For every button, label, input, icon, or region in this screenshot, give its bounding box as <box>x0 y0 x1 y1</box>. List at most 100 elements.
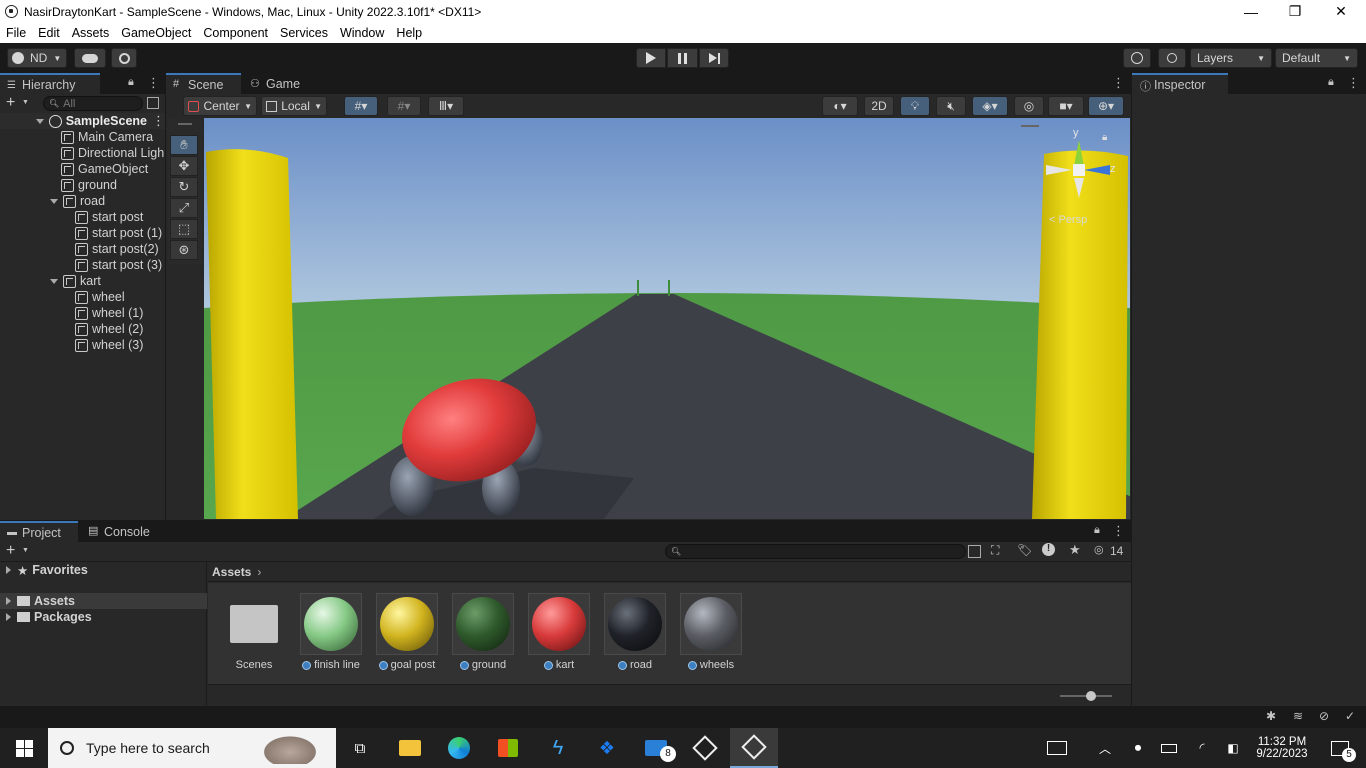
taskbar-search-input[interactable]: Type here to search <box>48 728 336 768</box>
tab-scene[interactable]: # Scene <box>166 73 241 94</box>
add-icon[interactable]: + <box>6 94 15 112</box>
minimize-button[interactable]: — <box>1228 0 1274 23</box>
step-button[interactable] <box>699 48 729 68</box>
cache-icon[interactable]: ≋ <box>1293 709 1303 723</box>
move-tool-button[interactable]: ✥ <box>170 156 198 176</box>
pause-button[interactable] <box>667 48 698 68</box>
tab-console[interactable]: ▤ Console <box>82 521 162 542</box>
hierarchy-item[interactable]: Directional Ligh <box>61 145 164 161</box>
hierarchy-search-input[interactable]: 🔍︎ All <box>43 96 143 111</box>
scale-tool-button[interactable]: ⤢ <box>170 198 198 218</box>
progress-icon[interactable]: ⊘ <box>1319 709 1329 723</box>
asset-item-material[interactable]: goal post <box>376 593 438 671</box>
packages-folder-row[interactable]: Packages <box>6 609 92 625</box>
news-widget-button[interactable] <box>1040 728 1074 768</box>
notifications-button[interactable]: 5 <box>1320 728 1360 768</box>
hierarchy-item[interactable]: wheel (2) <box>75 321 143 337</box>
lock-icon[interactable]: 🔒︎ <box>1328 76 1334 89</box>
hierarchy-item[interactable]: wheel (3) <box>75 337 143 353</box>
task-view-button[interactable]: ⧉ <box>336 728 384 768</box>
file-explorer-button[interactable] <box>386 728 434 768</box>
asset-item-material[interactable]: finish line <box>300 593 362 671</box>
show-hidden-icons-button[interactable]: ︿ <box>1094 728 1116 768</box>
collab-button[interactable] <box>111 48 137 68</box>
kebab-menu-icon[interactable]: ⋮ <box>1347 75 1360 91</box>
menu-file[interactable]: File <box>0 26 32 40</box>
project-search-input[interactable]: 🔍︎ <box>665 544 966 559</box>
hierarchy-item[interactable]: start post <box>75 209 143 225</box>
breadcrumb-assets[interactable]: Assets <box>212 565 251 579</box>
ruler-toggle[interactable]: Ⅲ▾ <box>428 96 464 116</box>
chevron-down-icon[interactable] <box>36 118 44 124</box>
kebab-menu-icon[interactable]: ⋮ <box>147 75 160 91</box>
hidden-packages-icon[interactable]: ◎ <box>1094 543 1104 556</box>
menu-services[interactable]: Services <box>274 26 334 40</box>
favorites-row[interactable]: ★ Favorites <box>6 562 88 578</box>
star-icon[interactable]: ★ <box>1069 542 1081 558</box>
drag-handle[interactable] <box>178 123 192 125</box>
lock-icon[interactable]: 🔒︎ <box>1102 132 1107 143</box>
draw-mode-dropdown[interactable]: ◐▾ <box>822 96 858 116</box>
unity-hub-button[interactable] <box>681 728 729 768</box>
lock-icon[interactable]: 🔒︎ <box>128 76 134 89</box>
tab-inspector[interactable]: ⓘ Inspector <box>1132 73 1228 94</box>
rotate-tool-button[interactable]: ↻ <box>170 177 198 197</box>
hierarchy-item[interactable]: start post(2) <box>75 241 159 257</box>
menu-help[interactable]: Help <box>390 26 428 40</box>
toggle-2d-button[interactable]: 2D <box>864 96 894 116</box>
grid-snap-toggle[interactable]: #▾ <box>344 96 378 116</box>
asset-item-scenes[interactable]: Scenes <box>223 593 285 671</box>
kebab-menu-icon[interactable]: ⋮ <box>1112 75 1125 91</box>
gizmos-dropdown[interactable]: ⊕▾ <box>1088 96 1124 116</box>
play-button[interactable] <box>636 48 666 68</box>
lighting-toggle[interactable]: 💡︎ <box>900 96 930 116</box>
hierarchy-item[interactable]: wheel (1) <box>75 305 143 321</box>
history-button[interactable] <box>1123 48 1151 68</box>
transform-tool-button[interactable]: ⊛ <box>170 240 198 260</box>
assets-folder-row[interactable]: Assets <box>0 593 207 609</box>
menu-window[interactable]: Window <box>334 26 390 40</box>
volume-button[interactable]: ◧ <box>1222 728 1244 768</box>
tab-project[interactable]: ▬ Project <box>0 521 78 542</box>
menu-assets[interactable]: Assets <box>66 26 116 40</box>
scene-viewport[interactable]: y z 🔒︎ < Persp <box>204 118 1130 519</box>
asset-item-material[interactable]: kart <box>528 593 590 671</box>
asset-item-material[interactable]: road <box>604 593 666 671</box>
hierarchy-scene-row[interactable]: SampleScene ⋮ <box>0 113 165 129</box>
mail-button[interactable]: 8 <box>632 728 680 768</box>
battery-button[interactable] <box>1158 728 1180 768</box>
store-button[interactable] <box>484 728 532 768</box>
menu-edit[interactable]: Edit <box>32 26 66 40</box>
hierarchy-item[interactable]: start post (1) <box>75 225 162 241</box>
hand-tool-button[interactable]: ✋︎ <box>170 135 198 155</box>
bug-icon[interactable]: ✱ <box>1266 709 1276 723</box>
add-icon[interactable]: + <box>6 542 15 560</box>
edge-button[interactable] <box>435 728 483 768</box>
scene-search-icon[interactable] <box>147 97 159 109</box>
kebab-menu-icon[interactable]: ⋮ <box>1112 523 1125 539</box>
unity-editor-button[interactable] <box>730 728 778 768</box>
hierarchy-item[interactable]: GameObject <box>61 161 148 177</box>
audio-toggle[interactable]: 🔇︎ <box>936 96 966 116</box>
cloud-button[interactable] <box>74 48 106 68</box>
label-filter-icon[interactable]: 🏷︎ <box>1017 543 1032 557</box>
layout-dropdown[interactable]: Default ▼ <box>1275 48 1358 68</box>
hierarchy-item[interactable]: wheel <box>75 289 125 305</box>
network-device-button[interactable]: ⏺ <box>1127 728 1149 768</box>
layers-dropdown[interactable]: Layers ▼ <box>1190 48 1272 68</box>
start-button[interactable] <box>0 728 48 768</box>
kebab-menu-icon[interactable]: ⋮ <box>152 113 165 129</box>
close-button[interactable]: ✕ <box>1318 0 1364 23</box>
asset-item-material[interactable]: ground <box>452 593 514 671</box>
visual-studio-button[interactable]: ϟ <box>534 728 582 768</box>
chevron-down-icon[interactable]: ▼ <box>22 547 29 554</box>
search-button[interactable] <box>1158 48 1186 68</box>
visibility-toggle[interactable]: ◎ <box>1014 96 1044 116</box>
account-dropdown[interactable]: ND ▼ <box>7 48 67 68</box>
chevron-down-icon[interactable] <box>50 198 58 204</box>
perspective-label[interactable]: < Persp <box>1049 214 1087 226</box>
search-scope-icon[interactable] <box>968 545 981 558</box>
effects-dropdown[interactable]: ◈▾ <box>972 96 1008 116</box>
rect-tool-button[interactable]: ⬚ <box>170 219 198 239</box>
tab-game[interactable]: ⚇ Game <box>244 73 314 94</box>
